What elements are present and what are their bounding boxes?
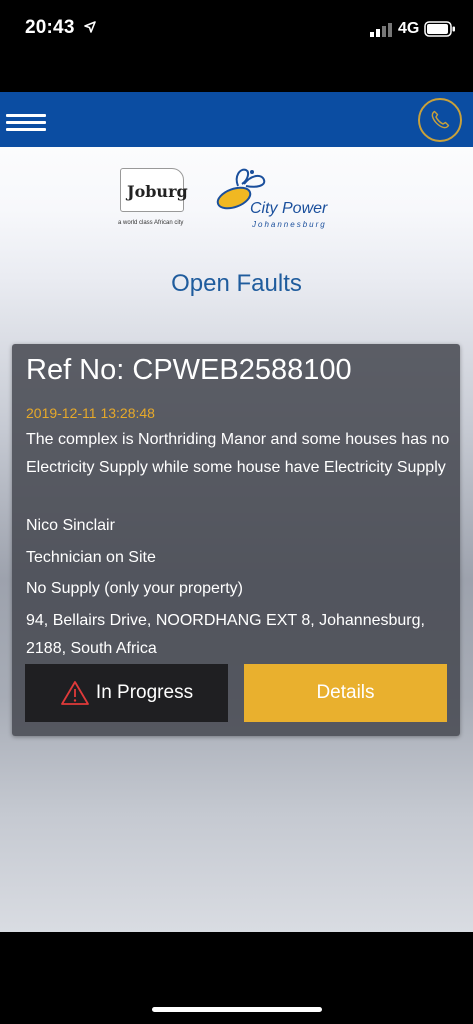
city-power-city: Johannesburg bbox=[252, 220, 327, 229]
warning-icon bbox=[61, 681, 89, 705]
in-progress-button[interactable]: In Progress bbox=[25, 664, 228, 722]
details-label: Details bbox=[316, 682, 375, 703]
phone-icon[interactable] bbox=[418, 98, 462, 142]
fault-date: 2019-12-11 13:28:48 bbox=[26, 405, 155, 421]
location-arrow-icon bbox=[84, 21, 96, 33]
logo-row: Joburg a world class African city City P… bbox=[0, 166, 473, 236]
fault-contact-name: Nico Sinclair bbox=[26, 517, 115, 534]
battery-icon bbox=[424, 21, 455, 37]
fault-card: Ref No: CPWEB2588100 2019-12-11 13:28:48… bbox=[12, 344, 460, 736]
fault-ref-no: Ref No: CPWEB2588100 bbox=[26, 354, 352, 386]
status-time: 20:43 bbox=[25, 17, 75, 38]
cellular-signal-icon bbox=[370, 23, 392, 37]
in-progress-label: In Progress bbox=[95, 682, 194, 703]
network-type-label: 4G bbox=[398, 20, 420, 37]
joburg-tagline: a world class African city bbox=[118, 220, 184, 226]
hamburger-menu-icon[interactable] bbox=[6, 114, 48, 136]
fault-address: 94, Bellairs Drive, NOORDHANG EXT 8, Joh… bbox=[26, 612, 425, 657]
joburg-logo-text: Joburg bbox=[127, 182, 188, 201]
fault-description: The complex is Northriding Manor and som… bbox=[26, 431, 450, 476]
home-indicator[interactable] bbox=[152, 1007, 322, 1012]
fault-type: No Supply (only your property) bbox=[26, 580, 243, 597]
status-bar: 20:43 4G bbox=[0, 0, 473, 60]
joburg-logo-box: Joburg bbox=[120, 168, 188, 212]
city-power-name: City Power bbox=[250, 200, 328, 217]
city-power-logo: City Power Johannesburg bbox=[212, 166, 342, 232]
page-title: Open Faults bbox=[171, 270, 302, 297]
joburg-logo: Joburg a world class African city bbox=[118, 166, 188, 230]
app-screen: Joburg a world class African city City P… bbox=[0, 92, 473, 932]
fault-status-text: Technician on Site bbox=[26, 549, 156, 566]
details-button[interactable]: Details bbox=[244, 664, 447, 722]
app-header bbox=[0, 92, 473, 147]
